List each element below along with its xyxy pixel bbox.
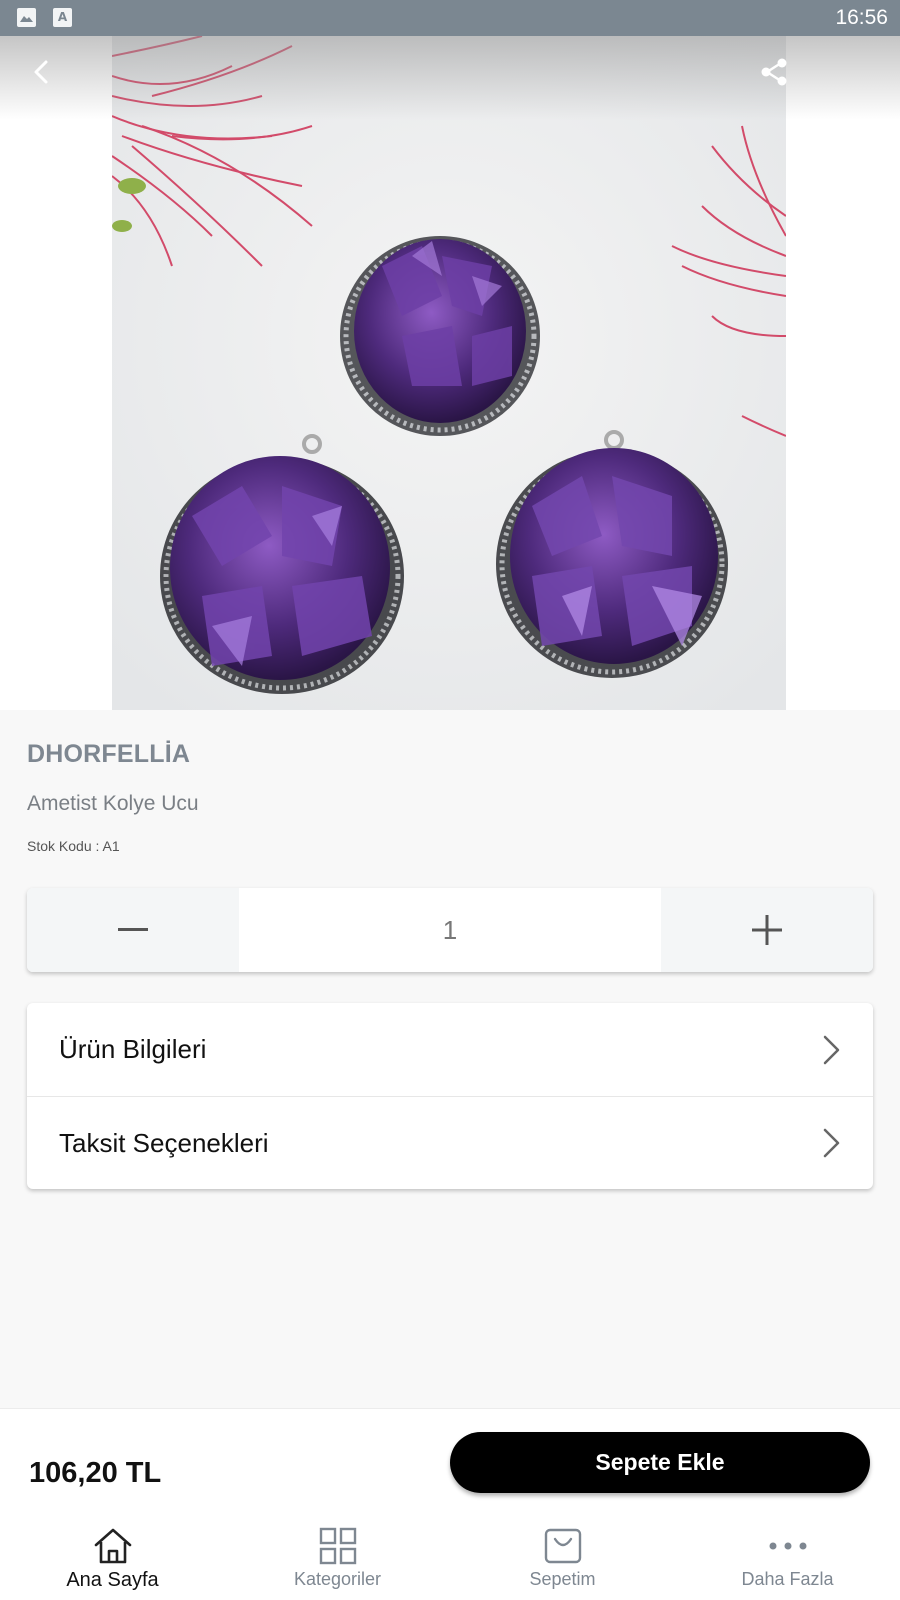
increase-quantity-button[interactable] [661,888,873,972]
nav-label-cart: Sepetim [529,1569,596,1589]
nav-label-home: Ana Sayfa [66,1569,159,1591]
share-icon [761,58,787,86]
quantity-stepper: 1 [27,888,873,972]
home-icon [94,1528,131,1564]
nav-label-categories: Kategoriler [293,1569,382,1589]
product-price: 106,20 TL [29,1457,162,1489]
nav-item-home[interactable]: Ana Sayfa [0,1516,225,1600]
installment-options-label: Taksit Seçenekleri [59,1127,269,1158]
chevron-left-icon [34,60,48,84]
decrease-quantity-button[interactable] [27,888,239,972]
more-dots-icon [769,1542,806,1550]
nav-item-more[interactable]: Daha Fazla [675,1516,900,1600]
plus-icon [752,915,782,945]
nav-item-categories[interactable]: Kategoriler [225,1516,450,1600]
image-notification-icon [17,8,36,27]
shopping-bag-icon [544,1528,581,1564]
minus-icon [118,928,148,931]
quantity-value: 1 [442,914,458,945]
grid-icon [319,1527,356,1565]
product-image-area [0,36,900,710]
nav-label-more: Daha Fazla [741,1569,834,1589]
share-button[interactable] [752,50,796,94]
product-photo[interactable] [112,36,786,710]
add-to-cart-button[interactable]: Sepete Ekle [450,1432,870,1493]
product-name: Ametist Kolye Ucu [27,792,199,815]
chevron-right-icon [823,1128,840,1158]
stock-code: Stok Kodu : A1 [27,838,120,854]
product-info-row[interactable]: Ürün Bilgileri [27,1003,873,1096]
product-info-label: Ürün Bilgileri [59,1034,207,1064]
product-info-card: Ürün Bilgileri Taksit Seçenekleri [27,1003,873,1189]
status-bar: A 16:56 [0,0,900,36]
chevron-right-icon [823,1035,840,1064]
bottom-navigation: Ana Sayfa Kategoriler Sepetim Daha Fazla [0,1516,900,1600]
nav-item-cart[interactable]: Sepetim [450,1516,675,1600]
status-time: 16:56 [835,6,888,29]
product-brand: DHORFELLİA [27,740,191,768]
installment-options-row[interactable]: Taksit Seçenekleri [27,1096,873,1189]
product-photo-art [112,36,786,710]
a-notification-icon: A [53,8,72,27]
back-button[interactable] [20,50,64,94]
purchase-bar: 106,20 TL Sepete Ekle [0,1408,900,1517]
